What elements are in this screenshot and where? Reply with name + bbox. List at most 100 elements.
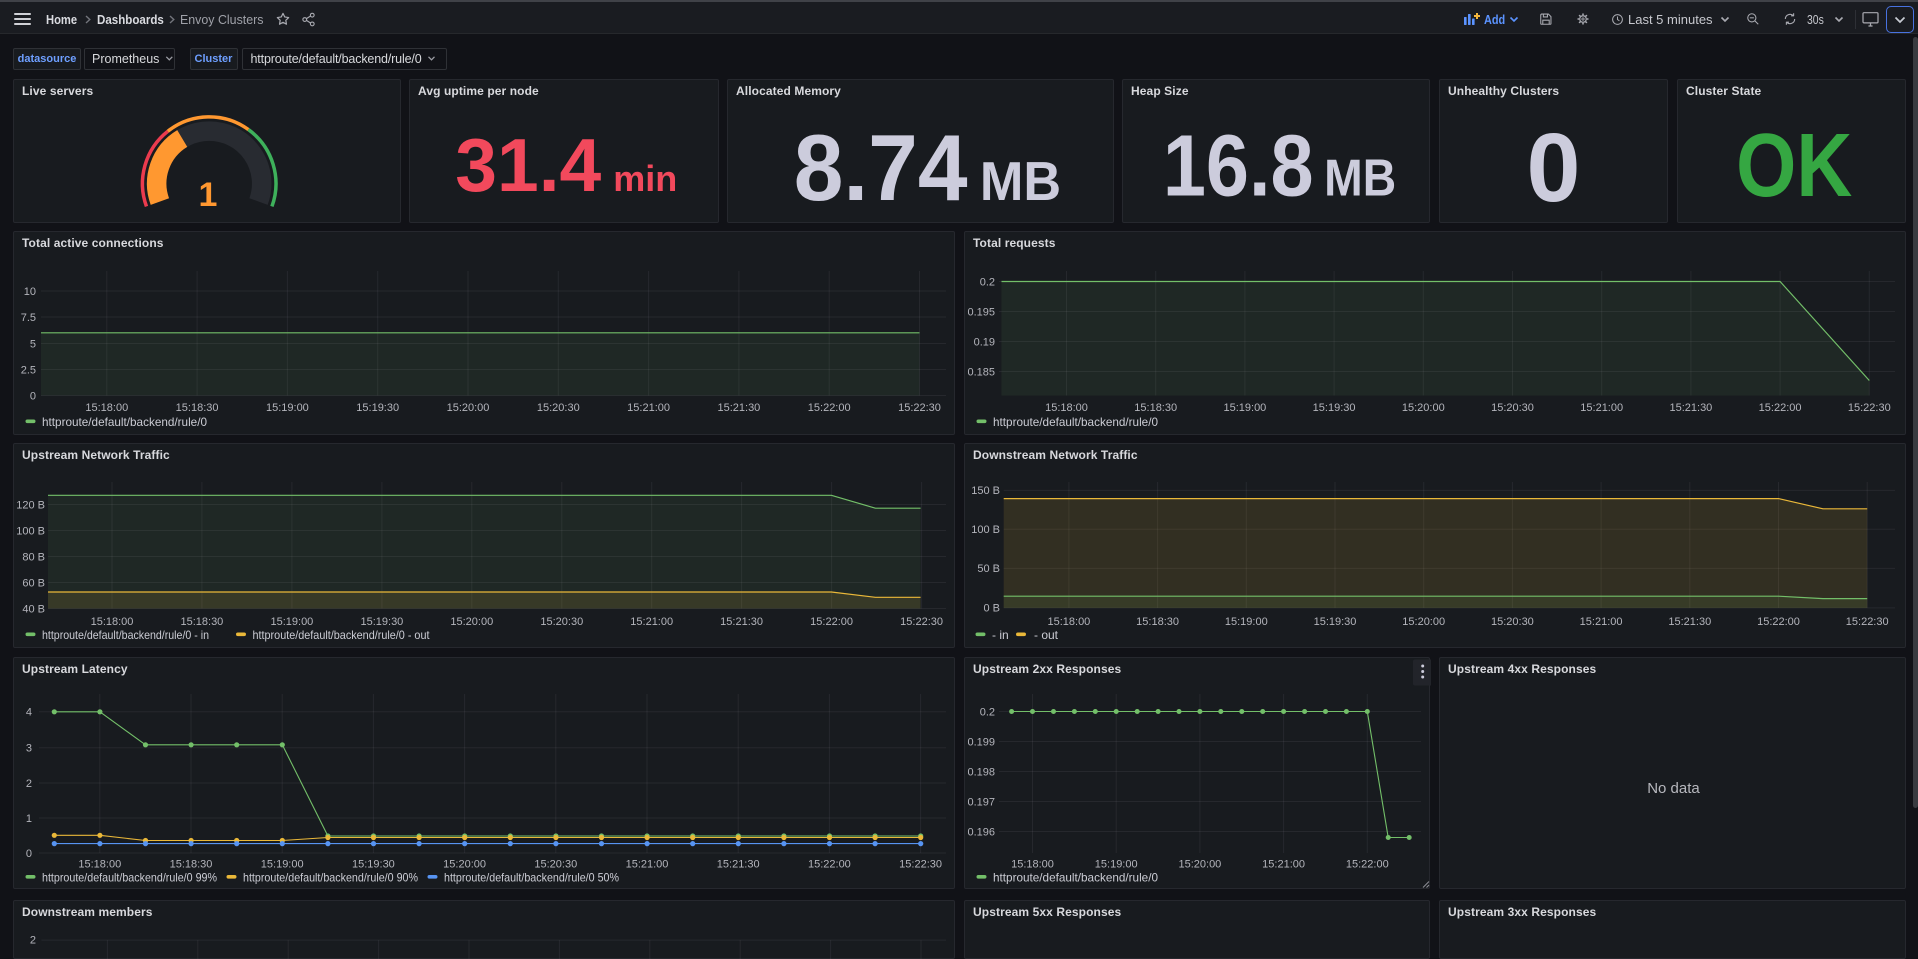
svg-text:0.185: 0.185 [967, 366, 995, 378]
svg-text:15:21:00: 15:21:00 [1580, 616, 1623, 628]
svg-text:15:20:00: 15:20:00 [447, 402, 490, 414]
svg-text:httproute/default/backend/rule: httproute/default/backend/rule/0 [993, 415, 1158, 429]
svg-text:15:21:00: 15:21:00 [630, 616, 673, 628]
svg-text:15:22:30: 15:22:30 [899, 859, 942, 871]
svg-text:15:20:00: 15:20:00 [1402, 402, 1445, 414]
svg-text:15:19:00: 15:19:00 [1225, 616, 1268, 628]
svg-text:15:20:30: 15:20:30 [1491, 616, 1534, 628]
svg-text:7.5: 7.5 [21, 312, 36, 324]
svg-text:31.4min: 31.4min [455, 123, 677, 207]
svg-text:0 B: 0 B [983, 603, 1000, 615]
svg-text:15:22:00: 15:22:00 [808, 859, 851, 871]
svg-text:15:19:00: 15:19:00 [266, 402, 309, 414]
svg-text:15:20:00: 15:20:00 [443, 859, 486, 871]
svg-text:15:19:30: 15:19:30 [1314, 616, 1357, 628]
svg-text:3: 3 [26, 743, 32, 755]
svg-text:100 B: 100 B [16, 525, 45, 537]
svg-text:15:19:30: 15:19:30 [360, 616, 403, 628]
svg-text:0.2: 0.2 [980, 706, 995, 718]
svg-text:15:18:30: 15:18:30 [1134, 402, 1177, 414]
svg-text:15:21:30: 15:21:30 [720, 616, 763, 628]
svg-text:15:21:30: 15:21:30 [717, 859, 760, 871]
svg-text:httproute/default/backend/rule: httproute/default/backend/rule/0 [42, 415, 207, 429]
svg-text:15:20:30: 15:20:30 [534, 859, 577, 871]
svg-text:1: 1 [199, 176, 218, 214]
svg-text:15:22:00: 15:22:00 [1757, 616, 1800, 628]
svg-text:2.5: 2.5 [21, 364, 36, 376]
svg-text:15:18:00: 15:18:00 [1045, 402, 1088, 414]
svg-text:httproute/default/backend/rule: httproute/default/backend/rule/0 99% [42, 871, 217, 885]
svg-text:2: 2 [26, 778, 32, 790]
svg-text:15:21:30: 15:21:30 [1668, 616, 1711, 628]
svg-text:15:18:30: 15:18:30 [170, 859, 213, 871]
svg-text:15:18:30: 15:18:30 [176, 402, 219, 414]
svg-text:15:20:00: 15:20:00 [1178, 859, 1221, 871]
svg-text:10: 10 [24, 286, 36, 298]
svg-text:15:19:00: 15:19:00 [1095, 859, 1138, 871]
svg-text:15:22:00: 15:22:00 [1759, 402, 1802, 414]
svg-text:15:19:30: 15:19:30 [356, 402, 399, 414]
svg-text:15:20:00: 15:20:00 [1402, 616, 1445, 628]
svg-text:OK: OK [1736, 115, 1852, 216]
svg-text:0.2: 0.2 [980, 276, 995, 288]
svg-text:15:18:00: 15:18:00 [1011, 859, 1054, 871]
svg-text:40 B: 40 B [22, 603, 45, 615]
svg-text:50 B: 50 B [977, 563, 1000, 575]
svg-text:1: 1 [26, 813, 32, 825]
svg-text:15:22:00: 15:22:00 [808, 402, 851, 414]
svg-text:120 B: 120 B [16, 499, 45, 511]
svg-text:15:19:00: 15:19:00 [1223, 402, 1266, 414]
svg-text:0: 0 [26, 848, 32, 860]
svg-text:httproute/default/backend/rule: httproute/default/backend/rule/0 [993, 871, 1158, 885]
svg-text:15:21:00: 15:21:00 [627, 402, 670, 414]
svg-text:15:18:30: 15:18:30 [1136, 616, 1179, 628]
svg-text:httproute/default/backend/rule: httproute/default/backend/rule/0 - out [253, 628, 431, 642]
svg-text:15:18:00: 15:18:00 [85, 402, 128, 414]
svg-text:0: 0 [1527, 113, 1581, 222]
svg-text:150 B: 150 B [971, 485, 1000, 497]
svg-text:0.19: 0.19 [974, 336, 995, 348]
svg-text:0.196: 0.196 [967, 826, 995, 838]
svg-text:2: 2 [30, 934, 36, 946]
svg-text:15:19:00: 15:19:00 [261, 859, 304, 871]
svg-text:15:20:00: 15:20:00 [450, 616, 493, 628]
svg-text:0.199: 0.199 [967, 736, 995, 748]
svg-text:0.195: 0.195 [967, 306, 995, 318]
svg-text:15:21:00: 15:21:00 [1580, 402, 1623, 414]
svg-text:15:22:30: 15:22:30 [900, 616, 943, 628]
svg-text:15:21:00: 15:21:00 [1262, 859, 1305, 871]
svg-text:15:20:30: 15:20:30 [540, 616, 583, 628]
svg-text:httproute/default/backend/rule: httproute/default/backend/rule/0 - in [42, 628, 209, 642]
svg-text:8.74MB: 8.74MB [794, 116, 1061, 221]
svg-text:15:22:30: 15:22:30 [898, 402, 941, 414]
svg-text:15:18:00: 15:18:00 [1047, 616, 1090, 628]
svg-text:httproute/default/backend/rule: httproute/default/backend/rule/0 50% [444, 871, 619, 885]
svg-text:15:22:30: 15:22:30 [1848, 402, 1891, 414]
svg-text:15:22:00: 15:22:00 [1346, 859, 1389, 871]
svg-text:15:21:00: 15:21:00 [626, 859, 669, 871]
svg-text:httproute/default/backend/rule: httproute/default/backend/rule/0 90% [243, 871, 418, 885]
svg-text:15:22:00: 15:22:00 [810, 616, 853, 628]
svg-text:15:19:00: 15:19:00 [270, 616, 313, 628]
svg-text:15:20:30: 15:20:30 [537, 402, 580, 414]
svg-text:- out: - out [1034, 628, 1059, 642]
svg-text:15:19:30: 15:19:30 [1313, 402, 1356, 414]
svg-text:15:18:30: 15:18:30 [180, 616, 223, 628]
svg-text:16.8MB: 16.8MB [1163, 117, 1396, 214]
svg-text:80 B: 80 B [22, 551, 45, 563]
svg-text:4: 4 [26, 707, 32, 719]
svg-text:15:21:30: 15:21:30 [717, 402, 760, 414]
svg-text:No data: No data [1647, 780, 1700, 797]
svg-text:0: 0 [30, 390, 36, 402]
svg-text:0.198: 0.198 [967, 766, 995, 778]
svg-text:100 B: 100 B [971, 524, 1000, 536]
svg-text:5: 5 [30, 338, 36, 350]
svg-text:15:18:00: 15:18:00 [91, 616, 134, 628]
svg-text:15:20:30: 15:20:30 [1491, 402, 1534, 414]
svg-text:15:18:00: 15:18:00 [78, 859, 121, 871]
svg-text:15:21:30: 15:21:30 [1669, 402, 1712, 414]
svg-text:0.197: 0.197 [967, 796, 995, 808]
svg-text:15:22:30: 15:22:30 [1846, 616, 1889, 628]
svg-text:15:19:30: 15:19:30 [352, 859, 395, 871]
svg-text:- in: - in [992, 628, 1009, 642]
